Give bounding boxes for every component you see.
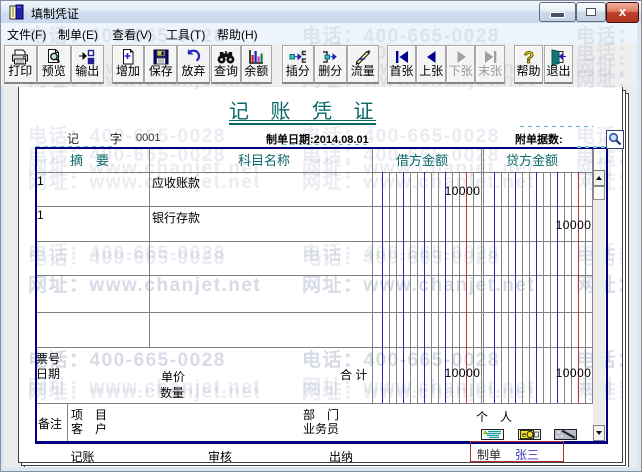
svg-text:e: e: [522, 430, 526, 439]
